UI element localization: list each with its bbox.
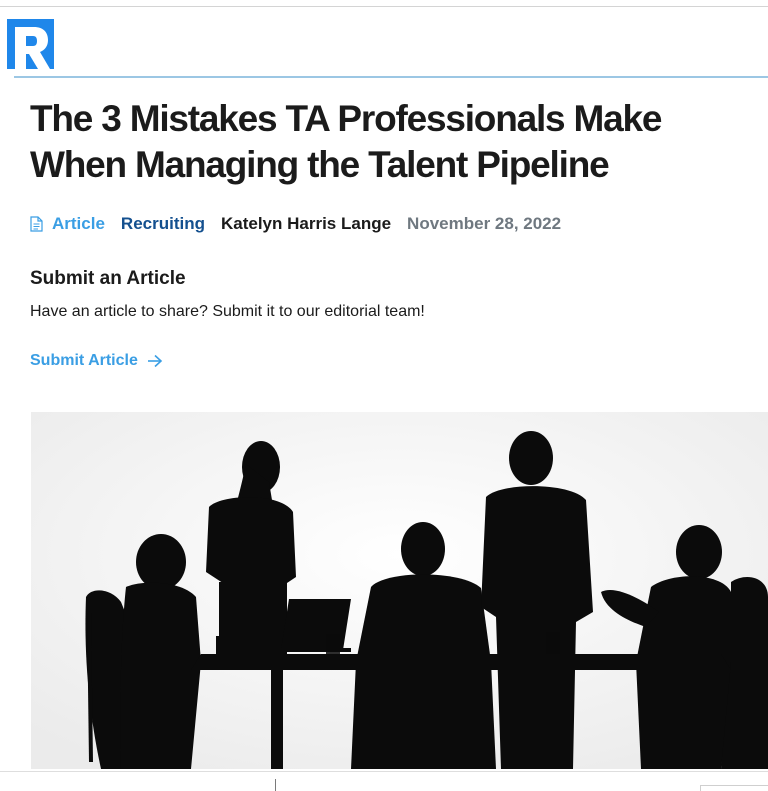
submit-article-label: Submit Article: [30, 352, 138, 369]
arrow-right-icon: [147, 354, 163, 368]
submit-article-link[interactable]: Submit Article: [30, 352, 163, 370]
category-link[interactable]: Recruiting: [121, 214, 205, 234]
article-type-link[interactable]: Article: [52, 214, 105, 234]
bottom-toolbar: [0, 771, 768, 791]
site-header: [0, 7, 768, 78]
article-title: The 3 Mistakes TA Professionals Make Whe…: [30, 98, 662, 185]
toolbar-separator: [275, 779, 276, 791]
author-link[interactable]: Katelyn Harris Lange: [221, 214, 391, 234]
publish-date: November 28, 2022: [407, 214, 562, 233]
submit-description: Have an article to share? Submit it to o…: [30, 303, 425, 320]
toolbar-corner-panel: [700, 785, 768, 791]
document-icon: [30, 216, 43, 232]
hero-image: [31, 412, 768, 769]
r-logo-icon: [7, 19, 54, 69]
silhouette-business-meeting-image: [31, 412, 768, 769]
site-logo[interactable]: [7, 19, 54, 69]
submit-heading: Submit an Article: [30, 268, 186, 289]
header-divider: [14, 76, 768, 78]
article-meta: Article Recruiting Katelyn Harris Lange …: [30, 212, 561, 236]
